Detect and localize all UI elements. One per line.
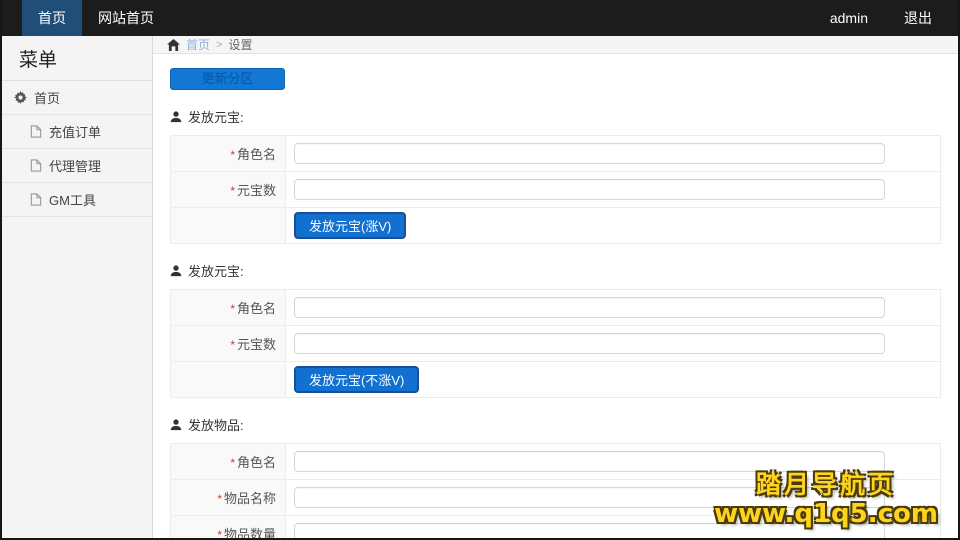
- section-title-text: 发放元宝:: [188, 107, 244, 126]
- sidebar-item-agent-management[interactable]: 代理管理: [0, 149, 152, 183]
- logout-link[interactable]: 退出: [904, 8, 932, 28]
- role-name-input[interactable]: [294, 297, 885, 318]
- user-icon: [170, 111, 182, 123]
- yuanbao-amount-input[interactable]: [294, 179, 885, 200]
- grant-yuanbao-table-1: *角色名 *元宝数 发放元宝(涨V): [170, 135, 941, 244]
- table-row: *角色名: [171, 136, 941, 172]
- required-marker: *: [217, 492, 222, 506]
- table-row: *物品数量: [171, 516, 941, 540]
- topbar-right: admin 退出: [830, 0, 932, 36]
- grant-items-table: *角色名 *物品名称 *物品数量 发放物品: [170, 443, 941, 540]
- field-label: 角色名: [237, 301, 276, 316]
- sidebar-item-gm-tools[interactable]: GM工具: [0, 183, 152, 217]
- required-marker: *: [217, 528, 222, 540]
- main-area: 首页 > 设置 更新分区 发放元宝: *角色名 *元宝数: [153, 36, 960, 540]
- item-quantity-input[interactable]: [294, 523, 885, 540]
- field-label: 角色名: [237, 455, 276, 470]
- grant-yuanbao-novip-button[interactable]: 发放元宝(不涨V): [294, 366, 419, 393]
- field-label: 物品名称: [224, 491, 276, 506]
- update-partition-button[interactable]: 更新分区: [170, 68, 285, 90]
- sidebar-title: 菜单: [0, 36, 152, 81]
- sidebar: 菜单 首页 充值订单 代理管理 GM工具: [0, 36, 153, 540]
- required-marker: *: [230, 338, 235, 352]
- user-icon: [170, 265, 182, 277]
- breadcrumb-home-link[interactable]: 首页: [186, 36, 210, 53]
- file-icon: [30, 125, 42, 138]
- table-row: *元宝数: [171, 326, 941, 362]
- sidebar-item-label: 首页: [34, 88, 60, 107]
- table-row: 发放元宝(涨V): [171, 208, 941, 244]
- section-title-grant-yuanbao-2: 发放元宝:: [170, 261, 960, 280]
- user-icon: [170, 419, 182, 431]
- yuanbao-amount-input[interactable]: [294, 333, 885, 354]
- field-label: 物品数量: [224, 527, 276, 540]
- file-icon: [30, 193, 42, 206]
- role-name-input[interactable]: [294, 143, 885, 164]
- sidebar-item-label: GM工具: [49, 190, 96, 209]
- breadcrumb: 首页 > 设置: [153, 36, 960, 54]
- grant-yuanbao-vip-button[interactable]: 发放元宝(涨V): [294, 212, 406, 239]
- table-row: *角色名: [171, 290, 941, 326]
- home-icon: [167, 39, 180, 51]
- breadcrumb-current: 设置: [228, 36, 252, 53]
- sidebar-item-recharge-orders[interactable]: 充值订单: [0, 115, 152, 149]
- topbar: 首页 网站首页 admin 退出: [0, 0, 960, 36]
- section-title-text: 发放物品:: [188, 415, 244, 434]
- file-icon: [30, 159, 42, 172]
- grant-yuanbao-table-2: *角色名 *元宝数 发放元宝(不涨V): [170, 289, 941, 398]
- section-title-text: 发放元宝:: [188, 261, 244, 280]
- role-name-input[interactable]: [294, 451, 885, 472]
- table-row: *元宝数: [171, 172, 941, 208]
- tab-website-home[interactable]: 网站首页: [82, 0, 170, 36]
- field-label: 角色名: [237, 147, 276, 162]
- username-link[interactable]: admin: [830, 10, 868, 26]
- gear-icon: [14, 91, 27, 104]
- sidebar-item-label: 充值订单: [49, 122, 101, 141]
- item-name-input[interactable]: [294, 487, 885, 508]
- required-marker: *: [230, 148, 235, 162]
- required-marker: *: [230, 302, 235, 316]
- field-label: 元宝数: [237, 337, 276, 352]
- table-row: *物品名称: [171, 480, 941, 516]
- sidebar-item-label: 代理管理: [49, 156, 101, 175]
- content: 更新分区 发放元宝: *角色名 *元宝数 发放元宝(: [153, 54, 960, 540]
- table-row: *角色名: [171, 444, 941, 480]
- required-marker: *: [230, 456, 235, 470]
- section-title-grant-yuanbao-1: 发放元宝:: [170, 107, 960, 126]
- table-row: 发放元宝(不涨V): [171, 362, 941, 398]
- required-marker: *: [230, 184, 235, 198]
- tab-home[interactable]: 首页: [22, 0, 82, 36]
- breadcrumb-separator: >: [216, 39, 222, 51]
- sidebar-item-home[interactable]: 首页: [0, 81, 152, 115]
- field-label: 元宝数: [237, 183, 276, 198]
- section-title-grant-items: 发放物品:: [170, 415, 960, 434]
